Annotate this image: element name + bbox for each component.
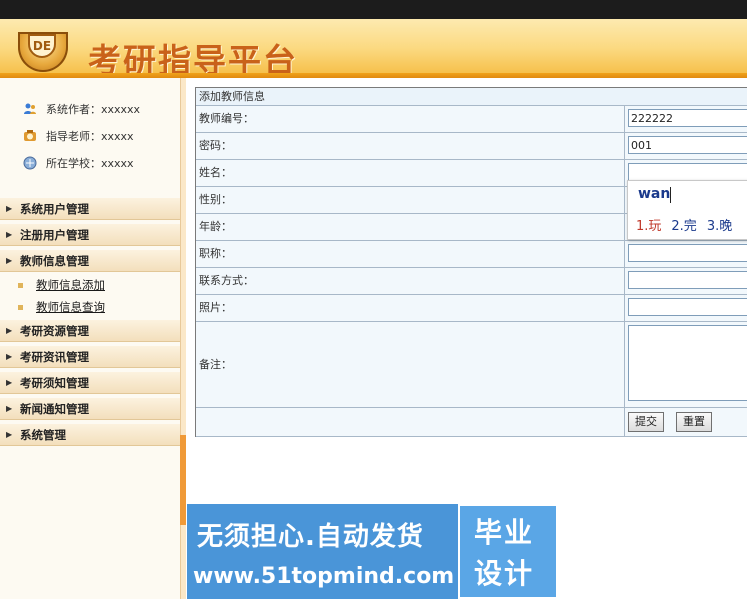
watermark-badge-line1: 毕业 (474, 516, 535, 549)
chevron-right-icon: ▶ (6, 352, 13, 361)
menu-label: 新闻通知管理 (20, 402, 89, 416)
menu-system-admin[interactable]: ▶ 系统管理 (0, 424, 180, 446)
submit-button[interactable]: 提交 (628, 412, 664, 432)
bullet-icon (18, 283, 23, 288)
field-label: 备注： (199, 358, 232, 371)
watermark-badge-line2: 设计 (474, 557, 535, 590)
ime-candidate[interactable]: 2.完 (671, 219, 696, 234)
school-info-text: 所在学校：xxxxx (46, 157, 134, 170)
submenu-label: 教师信息添加 (36, 278, 105, 292)
photo-input[interactable] (628, 298, 747, 316)
menu-notices[interactable]: ▶ 考研须知管理 (0, 372, 180, 394)
field-label: 姓名： (199, 166, 232, 179)
teacher-form: 添加教师信息 教师编号： 222222 密码： 001 姓名： 性别： 年龄： … (195, 87, 747, 437)
field-label: 密码： (199, 139, 232, 152)
text-caret (670, 187, 671, 203)
menu-teacher-info[interactable]: ▶ 教师信息管理 (0, 250, 180, 272)
ime-candidate[interactable]: 3.晚 (707, 219, 732, 234)
author-info: 系统作者：xxxxxx (22, 101, 140, 117)
watermark-line1: 无须担心.自动发货 (197, 522, 424, 552)
menu-system-users[interactable]: ▶ 系统用户管理 (0, 198, 180, 220)
ime-candidates: 1.玩 2.完 3.晚 (636, 215, 732, 234)
ime-candidate[interactable]: 1.玩 (636, 219, 661, 234)
chevron-right-icon: ▶ (6, 256, 13, 265)
teacher-info: 指导老师：xxxxx (22, 128, 134, 144)
author-info-text: 系统作者：xxxxxx (46, 103, 141, 116)
submenu-teacher-add[interactable]: 教师信息添加 (18, 277, 105, 293)
chevron-right-icon: ▶ (6, 204, 13, 213)
bullet-icon (18, 305, 23, 310)
field-label: 照片： (199, 301, 232, 314)
school-info: 所在学校：xxxxx (22, 155, 134, 171)
form-row-title: 职称： (196, 241, 747, 268)
menu-label: 考研资源管理 (20, 324, 89, 338)
job-title-input[interactable] (628, 244, 747, 262)
teacher-info-text: 指导老师：xxxxx (46, 130, 134, 143)
form-title: 添加教师信息 (196, 88, 747, 106)
menu-resources[interactable]: ▶ 考研资源管理 (0, 320, 180, 342)
menu-label: 考研须知管理 (20, 376, 89, 390)
top-window-bar (0, 0, 747, 19)
chevron-right-icon: ▶ (6, 230, 13, 239)
logo-mark: DE (28, 34, 56, 58)
menu-label: 系统用户管理 (20, 202, 89, 216)
reset-button[interactable]: 重置 (676, 412, 712, 432)
users-icon (22, 102, 38, 116)
field-label: 联系方式： (199, 274, 254, 287)
menu-announcements[interactable]: ▶ 新闻通知管理 (0, 398, 180, 420)
teacher-icon (22, 129, 38, 143)
chevron-right-icon: ▶ (6, 326, 13, 335)
remarks-textarea[interactable] (628, 325, 747, 401)
chevron-right-icon: ▶ (6, 378, 13, 387)
field-label: 职称： (199, 247, 232, 260)
menu-label: 考研资讯管理 (20, 350, 89, 364)
menu-label: 教师信息管理 (20, 254, 89, 268)
menu-label: 注册用户管理 (20, 228, 89, 242)
site-header: DE 考研指导平台 (0, 19, 747, 80)
name-input[interactable] (628, 163, 747, 181)
site-logo: DE (18, 32, 68, 72)
submenu-teacher-query[interactable]: 教师信息查询 (18, 299, 105, 315)
contact-input[interactable] (628, 271, 747, 289)
menu-registered-users[interactable]: ▶ 注册用户管理 (0, 224, 180, 246)
teacher-id-input[interactable]: 222222 (628, 109, 747, 127)
field-label: 教师编号： (199, 112, 254, 125)
menu-label: 系统管理 (20, 428, 66, 442)
chevron-right-icon: ▶ (6, 404, 13, 413)
submenu-label: 教师信息查询 (36, 300, 105, 314)
school-icon (22, 156, 38, 170)
ime-candidate-popup: wan 1.玩 2.完 3.晚 (627, 180, 747, 240)
form-row-id: 教师编号： 222222 (196, 106, 747, 133)
form-row-photo: 照片： (196, 295, 747, 322)
field-label: 性别： (199, 193, 232, 206)
chevron-right-icon: ▶ (6, 430, 13, 439)
form-row-password: 密码： 001 (196, 133, 747, 160)
password-input[interactable]: 001 (628, 136, 747, 154)
ime-composition: wan (638, 186, 671, 202)
form-row-contact: 联系方式： (196, 268, 747, 295)
menu-news-info[interactable]: ▶ 考研资讯管理 (0, 346, 180, 368)
form-row-actions: 提交 重置 (196, 408, 747, 437)
watermark-url: www.51topmind.com (193, 564, 455, 589)
field-label: 年龄： (199, 220, 232, 233)
form-row-remarks: 备注： (196, 322, 747, 408)
